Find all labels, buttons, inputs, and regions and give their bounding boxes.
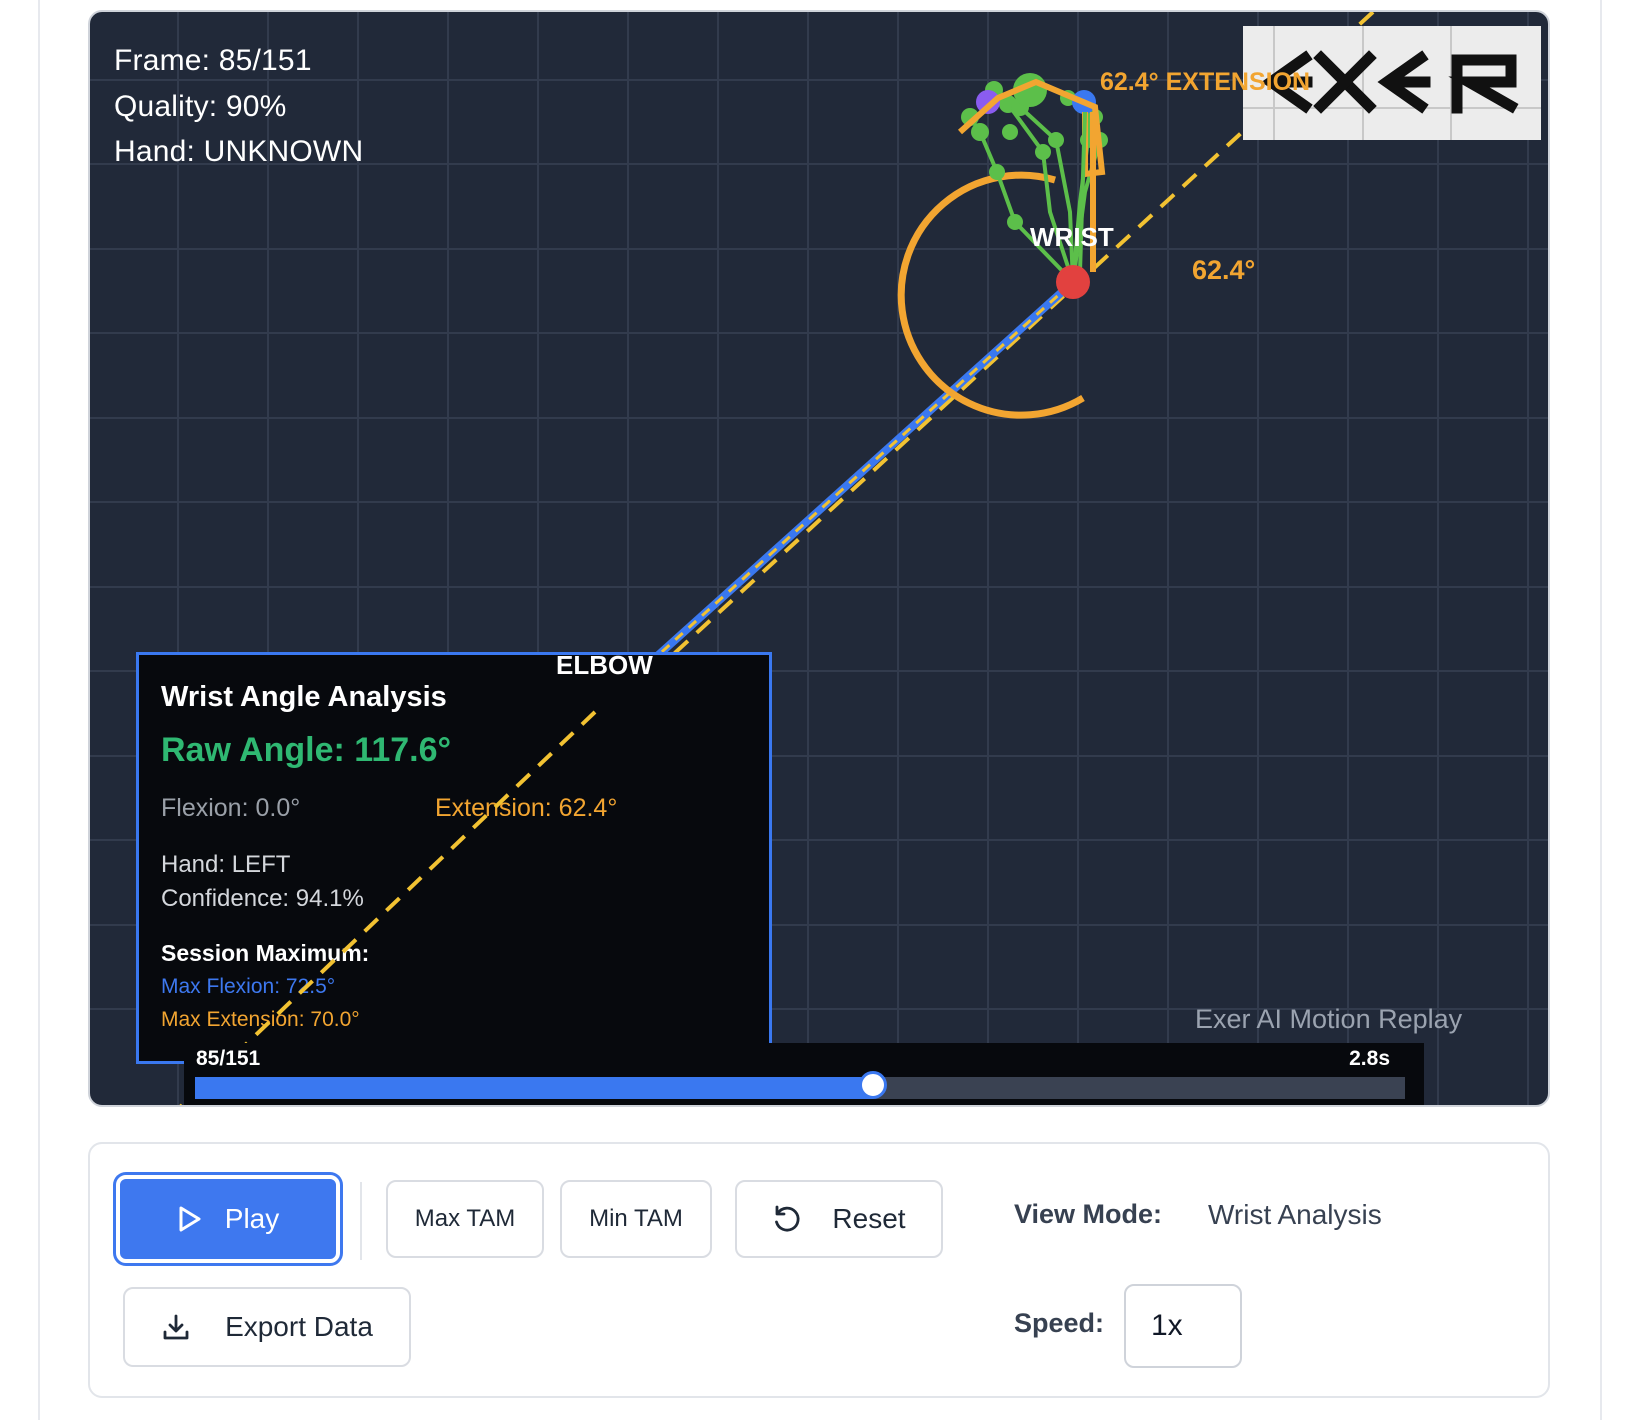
play-icon [179,1206,201,1232]
max-extension-value: Max Extension: 70.0° [161,1008,360,1031]
reset-button[interactable]: Reset [735,1180,943,1258]
play-button-label: Play [224,1203,280,1234]
timeline-frame-label: 85/151 [196,1047,261,1070]
session-maximum-title: Session Maximum: [161,940,370,966]
hand-value: Hand: LEFT [161,851,291,878]
max-tam-label: Max TAM [414,1205,516,1232]
timeline-progress [195,1077,873,1099]
reset-icon [775,1205,800,1232]
play-button[interactable]: Play [116,1175,340,1263]
elbow-label: ELBOW [556,650,653,680]
reset-label: Reset [832,1203,906,1234]
page-rule-right [1600,0,1602,1420]
confidence-value: Confidence: 94.1% [161,885,364,912]
download-icon [163,1314,189,1340]
max-tam-button[interactable]: Max TAM [386,1180,544,1258]
extension-value: Extension: 62.4° [435,794,618,822]
wrist-joint [1056,265,1090,299]
wrist-angle-analysis-panel: Wrist Angle Analysis Raw Angle: 117.6° F… [136,652,772,1064]
speed-label: Speed: [1014,1308,1105,1338]
page-rule-left [38,0,40,1420]
view-mode-label: View Mode: [1014,1199,1163,1229]
flexion-value: Flexion: 0.0° [161,794,301,822]
motion-replay-watermark: Exer AI Motion Replay [1195,1004,1463,1034]
timeline-scrubber[interactable]: 85/151 2.8s [184,1043,1424,1105]
raw-angle: Raw Angle: 117.6° [161,731,452,769]
timeline-thumb[interactable] [858,1071,887,1099]
analysis-title: Wrist Angle Analysis [161,681,447,713]
playback-controls: Play Max TAM Min TAM Reset View Mode: Wr… [88,1142,1550,1398]
hand-readout: Hand: UNKNOWN [114,135,364,168]
wrist-angle-label: 62.4° [1192,255,1256,285]
quality-readout: Quality: 90% [114,90,287,123]
wrist-label: WRIST [1030,222,1114,252]
speed-select[interactable]: 1x [1124,1284,1242,1368]
frame-counter: Frame: 85/151 [114,44,312,77]
min-tam-button[interactable]: Min TAM [560,1180,712,1258]
export-data-button[interactable]: Export Data [123,1287,411,1367]
export-data-label: Export Data [225,1311,373,1342]
speed-value: 1x [1151,1309,1183,1342]
timeline-track[interactable] [195,1071,1405,1099]
controls-divider [360,1182,362,1260]
motion-replay-canvas[interactable]: Frame: 85/151 Quality: 90% Hand: UNKNOWN… [88,10,1550,1107]
min-tam-label: Min TAM [589,1205,683,1232]
view-mode-value[interactable]: Wrist Analysis [1208,1199,1382,1231]
extension-callout: 62.4° EXTENSION [1100,68,1311,96]
max-flexion-value: Max Flexion: 72.5° [161,975,336,998]
timeline-time-label: 2.8s [1349,1047,1390,1070]
